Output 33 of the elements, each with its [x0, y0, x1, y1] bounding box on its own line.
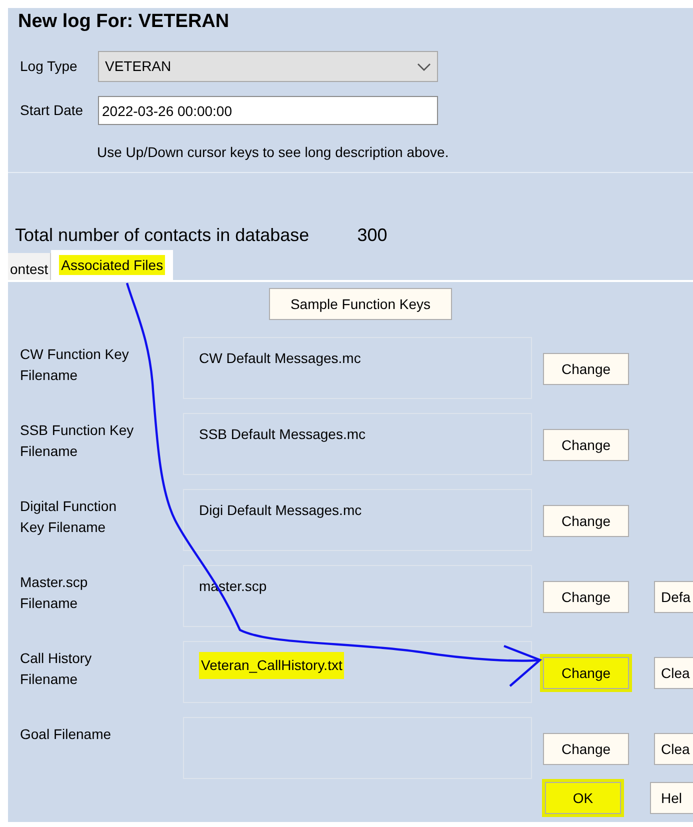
cut-off-button[interactable]: Clea [654, 657, 693, 689]
file-label: Call History Filename [20, 649, 92, 689]
change-button[interactable]: Change [543, 429, 629, 461]
dialog-button[interactable]: OK [545, 782, 621, 814]
change-button[interactable]: Change [543, 505, 629, 537]
file-label: Master.scp Filename [20, 573, 88, 613]
file-label: SSB Function Key Filename [20, 421, 134, 461]
hint-text: Use Up/Down cursor keys to see long description above. [97, 143, 449, 162]
change-button[interactable]: Change [543, 353, 629, 385]
change-button[interactable]: Change [543, 733, 629, 765]
field-label: Log Type [20, 57, 78, 76]
contacts-count: 300 [357, 224, 388, 247]
file-label: CW Function Key Filename [20, 345, 129, 385]
change-button[interactable]: Change [543, 581, 629, 613]
dialog-title: New log For: VETERAN [18, 10, 230, 34]
dialog-button[interactable]: Hel [650, 782, 693, 814]
filename-text: CW Default Messages.mc [199, 349, 361, 368]
filename-text: SSB Default Messages.mc [199, 425, 366, 444]
change-button[interactable]: Change [543, 657, 629, 689]
contacts-label: Total number of contacts in database [15, 224, 310, 247]
tab[interactable]: Associated Files [51, 250, 174, 281]
cut-off-button[interactable]: Clea [654, 733, 693, 765]
tab[interactable]: ontest [8, 253, 52, 281]
field-label: Start Date [20, 101, 84, 120]
file-label: Digital Function Key Filename [20, 497, 116, 537]
filename-text: Veteran_CallHistory.txt [199, 652, 344, 679]
chevron-down-icon [417, 62, 431, 70]
filename-text: Digi Default Messages.mc [199, 501, 362, 520]
start-date-field[interactable]: 2022-03-26 00:00:00 [98, 96, 438, 125]
log-type-dropdown[interactable]: VETERAN [98, 51, 438, 82]
sample-function-keys-button[interactable]: Sample Function Keys [269, 288, 452, 320]
cut-off-button[interactable]: Defa [654, 581, 693, 613]
file-label: Goal Filename [20, 725, 112, 744]
